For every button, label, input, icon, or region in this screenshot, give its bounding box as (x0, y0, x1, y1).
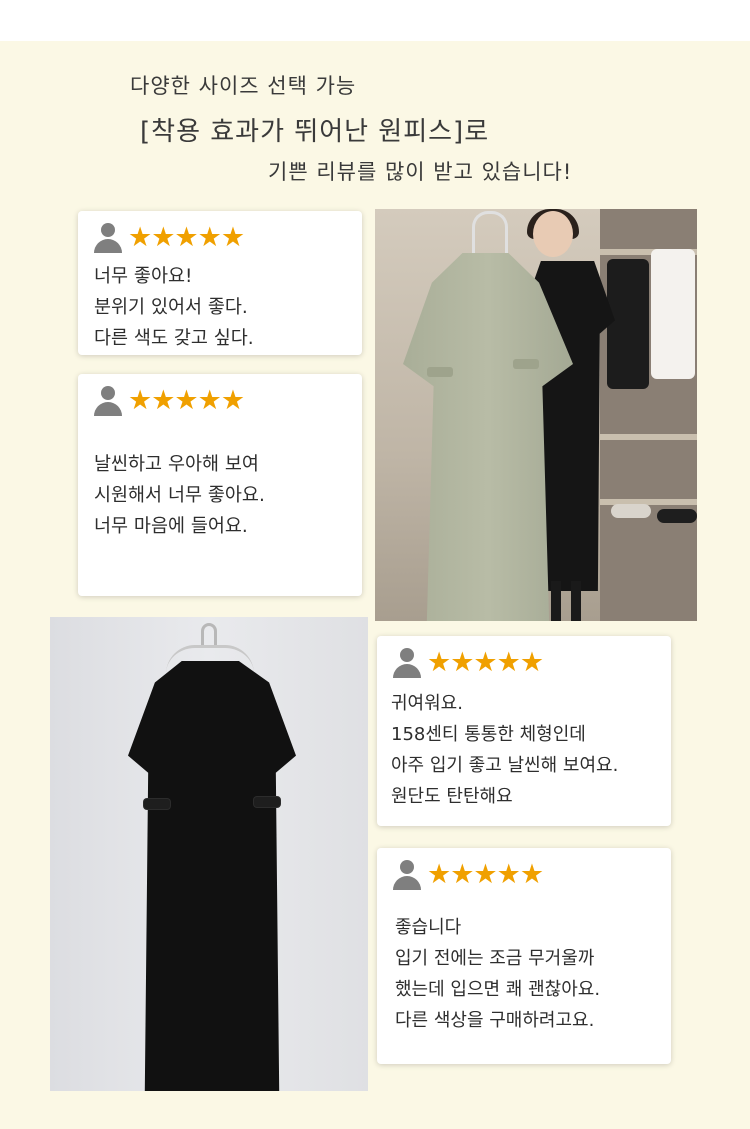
review-text-line: 너무 마음에 들어요. (94, 516, 248, 537)
user-avatar-icon (393, 648, 421, 678)
headline-reviews: 기쁜 리뷰를 많이 받고 있습니다! (268, 160, 573, 184)
review-text-line: 좋습니다 (395, 917, 462, 938)
review-text-line: 원단도 탄탄해요 (391, 786, 513, 807)
review-card: ★★★★★ 너무 좋아요! 분위기 있어서 좋다. 다른 색도 갖고 싶다. (78, 211, 362, 355)
user-avatar-icon (94, 223, 122, 253)
review-text-line: 아주 입기 좋고 날씬해 보여요. (391, 755, 619, 776)
star-rating: ★★★★★ (128, 385, 245, 416)
review-text-line: 했는데 입으면 쾌 괜찮아요. (395, 979, 601, 1000)
star-rating: ★★★★★ (427, 647, 544, 678)
review-text-line: 입기 전에는 조금 무거울까 (395, 948, 595, 969)
review-text-line: 158센티 통통한 체형인데 (391, 724, 586, 745)
review-text-line: 시원해서 너무 좋아요. (94, 485, 265, 506)
review-text-line: 너무 좋아요! (94, 266, 193, 287)
star-rating: ★★★★★ (427, 859, 544, 890)
headline-dress: [착용 효과가 뛰어난 원피스]로 (140, 117, 490, 147)
review-text-line: 날씬하고 우아해 보여 (94, 454, 259, 475)
review-card: ★★★★★ 귀여워요. 158센티 통통한 체형인데 아주 입기 좋고 날씬해 … (377, 636, 671, 826)
review-text-line: 귀여워요. (391, 693, 463, 714)
model-photo (375, 209, 697, 621)
review-card: ★★★★★ 좋습니다 입기 전에는 조금 무거울까 했는데 입으면 쾌 괜찮아요… (377, 848, 671, 1064)
product-photo (50, 617, 368, 1091)
star-rating: ★★★★★ (128, 222, 245, 253)
review-text-line: 다른 색도 갖고 싶다. (94, 328, 254, 349)
headline-sizes: 다양한 사이즈 선택 가능 (130, 74, 357, 98)
review-text-line: 다른 색상을 구매하려고요. (395, 1010, 595, 1031)
user-avatar-icon (94, 386, 122, 416)
review-card: ★★★★★ 날씬하고 우아해 보여 시원해서 너무 좋아요. 너무 마음에 들어… (78, 374, 362, 596)
user-avatar-icon (393, 860, 421, 890)
review-text-line: 분위기 있어서 좋다. (94, 297, 248, 318)
